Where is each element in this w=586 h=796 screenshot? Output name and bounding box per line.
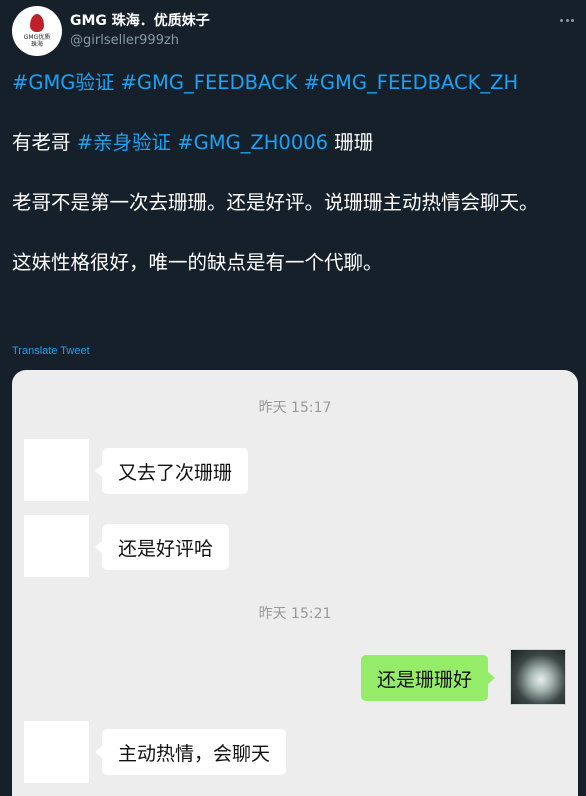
flame-logo-icon	[30, 14, 44, 32]
chat-timestamp: 昨天 15:17	[258, 400, 332, 416]
hashtag-link[interactable]: #GMG_FEEDBACK_ZH	[304, 71, 519, 94]
tweet-header: GMG优质 珠海 GMG 珠海．优质妹子 @girlseller999zh	[12, 6, 576, 58]
tweet-paragraph: 这妹性格很好，唯一的缺点是有一个代聊。	[12, 251, 383, 274]
contact-avatar	[24, 439, 89, 501]
user-display-name[interactable]: GMG 珠海．优质妹子	[70, 10, 210, 30]
user-handle[interactable]: @girlseller999zh	[70, 33, 179, 48]
avatar-logo-text-1: GMG优质	[23, 34, 51, 41]
chat-bubble-received: 主动热情，会聊天	[94, 729, 287, 775]
chat-bubble-received: 还是好评哈	[94, 524, 230, 570]
tweet-paragraph: 有老哥 #亲身验证 #GMG_ZH0006 珊珊	[12, 128, 578, 158]
tweet-text-fragment: 珊珊	[334, 131, 374, 154]
chat-bubble-received: 又去了次珊珊	[94, 448, 249, 494]
sender-photo-avatar	[510, 649, 566, 705]
user-avatar[interactable]: GMG优质 珠海	[12, 6, 62, 56]
translate-tweet-link[interactable]: Translate Tweet	[12, 345, 90, 357]
chat-timestamp: 昨天 15:21	[258, 606, 332, 622]
hashtag-line: #GMG验证 #GMG_FEEDBACK #GMG_FEEDBACK_ZH	[12, 68, 578, 98]
hashtag-link[interactable]: #GMG_FEEDBACK	[121, 71, 298, 94]
hashtag-link[interactable]: #GMG验证	[12, 71, 114, 94]
hashtag-link[interactable]: #亲身验证	[77, 131, 171, 154]
contact-avatar	[24, 515, 89, 577]
chat-bubble-sent: 还是珊珊好	[360, 655, 496, 701]
contact-avatar	[24, 721, 89, 783]
tweet-media-image[interactable]: 昨天 15:17 又去了次珊珊 还是好评哈 昨天 15:21 还是珊珊好 主动热…	[12, 370, 578, 796]
hashtag-link[interactable]: #GMG_ZH0006	[177, 131, 328, 154]
tweet-body: #GMG验证 #GMG_FEEDBACK #GMG_FEEDBACK_ZH 有老…	[12, 68, 578, 308]
tweet-paragraph: 老哥不是第一次去珊珊。还是好评。说珊珊主动热情会聊天。	[12, 191, 539, 214]
tweet-text-fragment: 有老哥	[12, 131, 71, 154]
avatar-logo-text-2: 珠海	[30, 41, 43, 48]
more-options-icon[interactable]	[560, 12, 574, 28]
